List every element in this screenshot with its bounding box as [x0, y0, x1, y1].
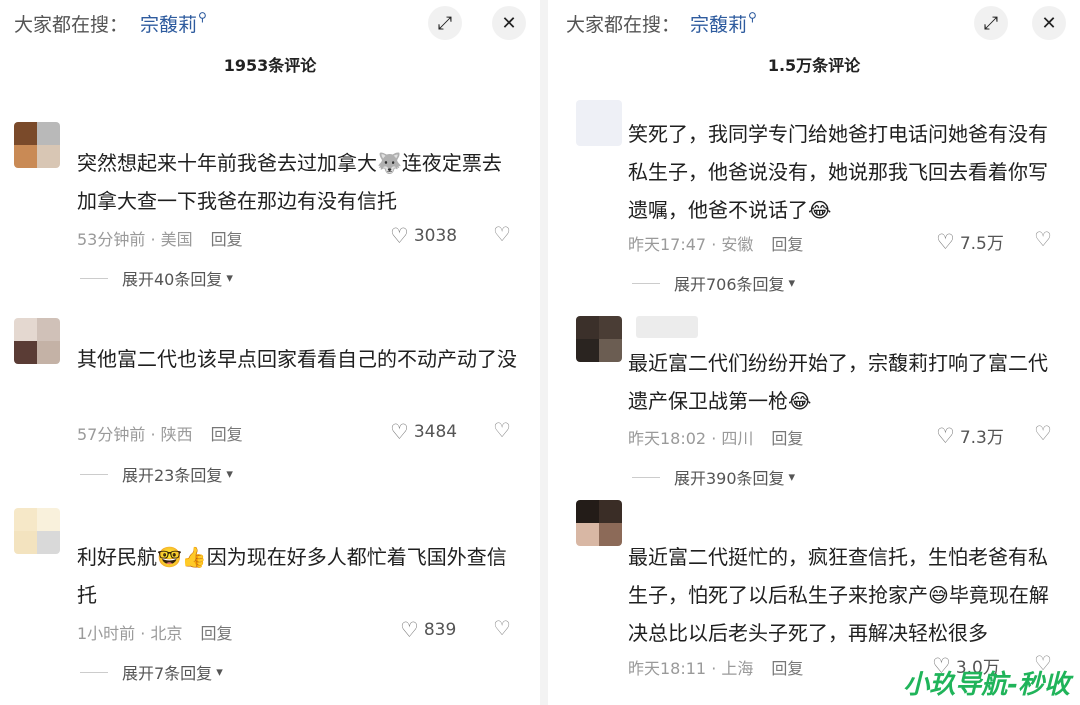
avatar[interactable]: [14, 122, 60, 168]
chevron-down-icon: ▾: [226, 270, 233, 286]
comment-time-location: 昨天17:47 · 安徽: [628, 235, 754, 254]
dislike-icon[interactable]: ♡: [1034, 421, 1052, 445]
avatar[interactable]: [14, 318, 60, 364]
search-term-text[interactable]: 宗馥莉: [690, 14, 747, 36]
comment-meta: 1小时前 · 北京 回复: [77, 620, 232, 644]
like-button[interactable]: ♡ 7.5万: [936, 229, 1004, 255]
divider-line: [80, 277, 108, 279]
avatar[interactable]: [576, 500, 622, 546]
comment-count: 1.5万条评论: [767, 56, 861, 75]
comment-time-location: 昨天18:11 · 上海: [628, 659, 754, 678]
divider-line: [80, 473, 108, 475]
dislike-icon[interactable]: ♡: [1034, 227, 1052, 251]
reply-button[interactable]: 回复: [771, 659, 803, 678]
fullscreen-button[interactable]: ⤢: [974, 6, 1008, 40]
dislike-icon[interactable]: ♡: [493, 616, 511, 640]
avatar[interactable]: [576, 316, 622, 362]
search-prefix-label: 大家都在搜：: [14, 14, 129, 36]
avatar[interactable]: [576, 100, 622, 146]
comment-time-location: 53分钟前 · 美国: [77, 230, 193, 249]
chevron-down-icon: ▾: [226, 466, 233, 482]
reply-button[interactable]: 回复: [200, 624, 232, 643]
divider-line: [632, 282, 660, 284]
panel-divider: [540, 0, 548, 705]
expand-replies-label: 展开390条回复: [674, 469, 785, 488]
like-count: 3484: [413, 422, 458, 442]
dislike-icon[interactable]: ♡: [493, 418, 511, 442]
like-button[interactable]: ♡ 839: [400, 618, 456, 642]
heart-icon: ♡: [390, 224, 409, 248]
comment-time-location: 昨天18:02 · 四川: [628, 429, 754, 448]
heart-icon: ♡: [390, 420, 409, 444]
like-button[interactable]: ♡ 7.3万: [936, 423, 1004, 449]
like-count: 3038: [413, 226, 458, 246]
expand-replies-button[interactable]: 展开390条回复 ▾: [632, 465, 795, 489]
dislike-icon[interactable]: ♡: [493, 222, 511, 246]
comment-panel-right: 大家都在搜： 宗馥莉⚲ ⤢ ✕ 1.5万条评论 笑死了，我同学专门给她爸打电话问…: [548, 0, 1080, 705]
comment-text: 最近富二代们纷纷开始了，宗馥莉打响了富二代遗产保卫战第一枪😂: [628, 351, 1048, 413]
search-term-link[interactable]: 宗馥莉⚲: [690, 10, 757, 37]
heart-icon: ♡: [936, 229, 955, 254]
expand-replies-button[interactable]: 展开706条回复 ▾: [632, 271, 795, 295]
chevron-down-icon: ▾: [788, 469, 796, 485]
avatar[interactable]: [14, 508, 60, 554]
search-icon: ⚲: [198, 10, 207, 24]
heart-icon: ♡: [936, 423, 955, 448]
expand-replies-label: 展开40条回复: [122, 270, 223, 289]
comment-meta: 昨天17:47 · 安徽 回复: [628, 231, 803, 255]
comment-text: 笑死了，我同学专门给她爸打电话问她爸有没有私生子，他爸说没有，她说那我飞回去看着…: [628, 122, 1048, 222]
watermark-logo: 小玖导航-秒收: [903, 670, 1070, 700]
close-icon: ✕: [501, 12, 517, 34]
expand-replies-button[interactable]: 展开23条回复 ▾: [80, 462, 233, 486]
comment-panel-left: 大家都在搜： 宗馥莉⚲ ⤢ ✕ 1953条评论 突然想起来十年前我爸去过加拿大🐺…: [0, 0, 540, 705]
comment-meta: 57分钟前 · 陕西 回复: [77, 421, 243, 445]
comment-text: 其他富二代也该早点回家看看自己的不动产动了没: [77, 347, 517, 371]
like-count: 839: [423, 620, 457, 640]
expand-replies-button[interactable]: 展开40条回复 ▾: [80, 266, 233, 290]
comment-time-location: 57分钟前 · 陕西: [77, 425, 193, 444]
reply-button[interactable]: 回复: [211, 425, 243, 444]
like-count: 7.5万: [959, 234, 1004, 254]
expand-icon: ⤢: [983, 12, 999, 34]
comment-meta: 昨天18:02 · 四川 回复: [628, 425, 803, 449]
expand-replies-button[interactable]: 展开7条回复 ▾: [80, 660, 223, 684]
like-button[interactable]: ♡ 3484: [390, 420, 457, 444]
fullscreen-button[interactable]: ⤢: [428, 6, 462, 40]
comment-text: 最近富二代挺忙的，疯狂查信托，生怕老爸有私生子，怕死了以后私生子来抢家产😅毕竟现…: [628, 545, 1049, 645]
divider-line: [632, 476, 660, 478]
search-suggestion-row[interactable]: 大家都在搜： 宗馥莉⚲ ⤢ ✕: [566, 6, 1066, 40]
expand-replies-label: 展开23条回复: [122, 466, 223, 485]
comment-meta: 53分钟前 · 美国 回复: [77, 226, 243, 250]
close-icon: ✕: [1041, 12, 1057, 34]
chevron-down-icon: ▾: [216, 664, 223, 680]
reply-button[interactable]: 回复: [211, 230, 243, 249]
comment-text: 利好民航🤓👍因为现在好多人都忙着飞国外查信托: [77, 545, 507, 607]
username-blurred: [636, 316, 698, 338]
heart-icon: ♡: [400, 618, 419, 642]
comment-text: 突然想起来十年前我爸去过加拿大🐺连夜定票去加拿大查一下我爸在那边有没有信托: [77, 151, 502, 213]
reply-button[interactable]: 回复: [771, 235, 803, 254]
expand-replies-label: 展开706条回复: [674, 275, 785, 294]
close-button[interactable]: ✕: [492, 6, 526, 40]
comment-time-location: 1小时前 · 北京: [77, 624, 183, 643]
search-prefix-label: 大家都在搜：: [566, 14, 681, 36]
expand-icon: ⤢: [437, 12, 453, 34]
comment-meta: 昨天18:11 · 上海 回复: [628, 655, 803, 679]
search-term-text[interactable]: 宗馥莉: [140, 14, 197, 36]
chevron-down-icon: ▾: [788, 275, 796, 291]
expand-replies-label: 展开7条回复: [122, 664, 213, 683]
comment-count: 1953条评论: [223, 56, 317, 75]
like-button[interactable]: ♡ 3038: [390, 224, 457, 248]
divider-line: [80, 671, 108, 673]
search-term-link[interactable]: 宗馥莉⚲: [140, 10, 207, 37]
reply-button[interactable]: 回复: [771, 429, 803, 448]
search-icon: ⚲: [748, 10, 757, 24]
like-count: 7.3万: [959, 428, 1004, 448]
close-button[interactable]: ✕: [1032, 6, 1066, 40]
search-suggestion-row[interactable]: 大家都在搜： 宗馥莉⚲ ⤢ ✕: [14, 6, 526, 40]
